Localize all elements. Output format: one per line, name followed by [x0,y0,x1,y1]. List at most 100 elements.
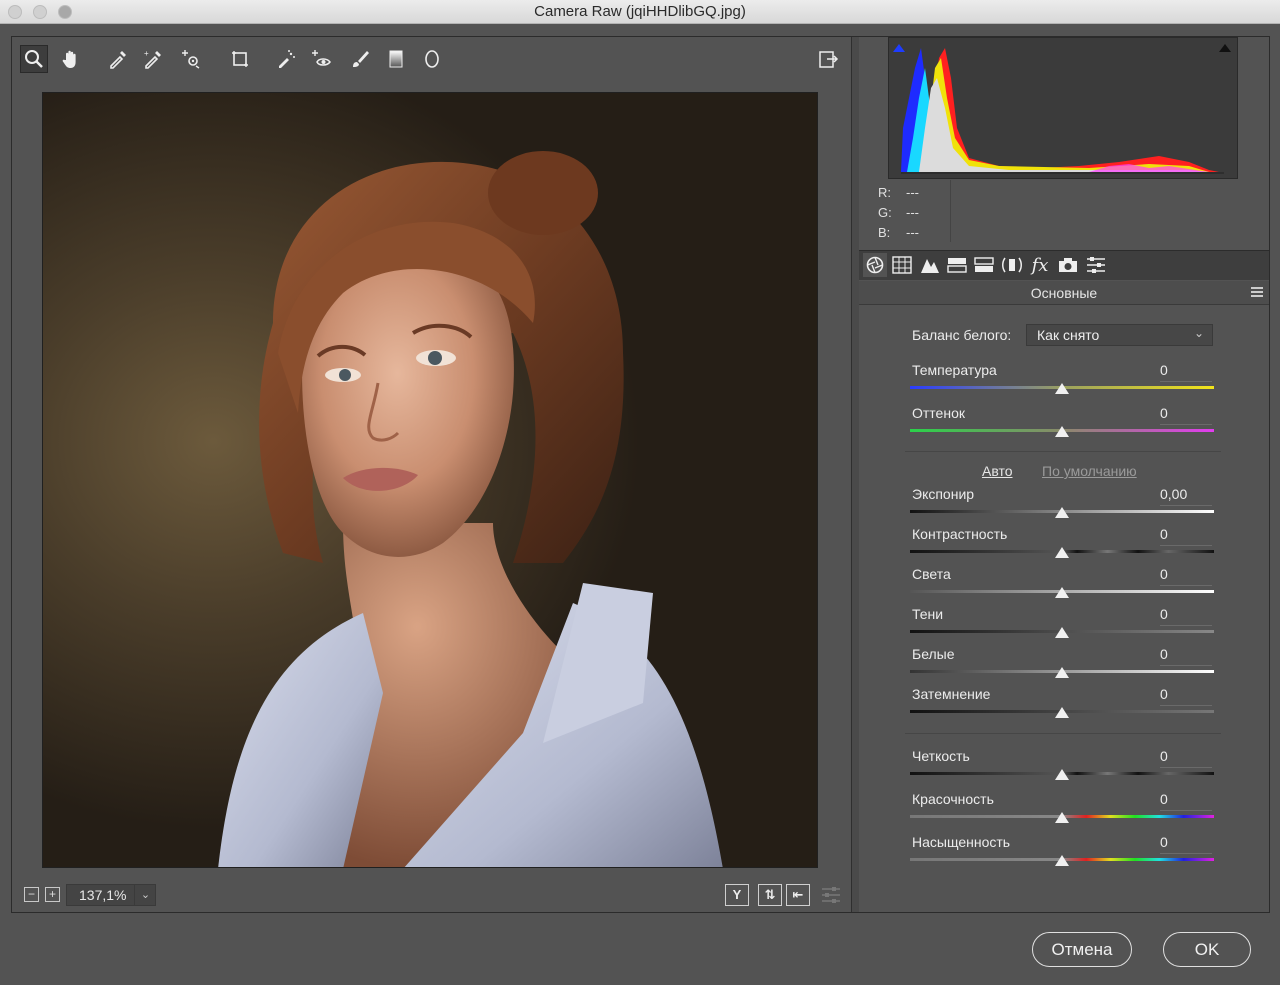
grid-curve-icon [892,256,912,274]
clarity-value[interactable]: 0 [1160,748,1212,764]
adjustment-brush-icon [353,51,369,67]
hand-icon [62,50,76,68]
shadows-value[interactable]: 0 [1160,606,1212,622]
adjustment-brush-tool[interactable] [346,45,374,73]
vibrance-label: Красочность [912,791,994,807]
toggle-settings-icon[interactable] [820,884,842,906]
zoom-icon [25,50,43,68]
lens-icon [1002,257,1022,273]
blacks-value[interactable]: 0 [1160,686,1212,702]
blacks-label: Затемнение [912,686,991,702]
blacks-value-underline [1160,705,1212,706]
red-eye-tool[interactable] [307,45,335,73]
separator-1 [905,451,1221,452]
split-toning-icon [974,257,994,272]
vibrance-value[interactable]: 0 [1160,791,1212,807]
highlights-slider-thumb[interactable] [1055,587,1069,598]
highlights-value-underline [1160,585,1212,586]
exposure-value[interactable]: 0,00 [1160,486,1212,502]
tab-tone-curve[interactable] [890,253,914,277]
targeted-adjustment-icon [182,50,200,69]
tint-value[interactable]: 0 [1160,405,1212,421]
tab-hsl[interactable] [945,253,969,277]
saturation-value[interactable]: 0 [1160,834,1212,850]
contrast-label: Контрастность [912,526,1008,542]
hsl-icon [947,258,967,273]
window-title: Camera Raw (jqiHHDlibGQ.jpg) [534,3,746,20]
cancel-button[interactable]: Отмена [1032,932,1132,967]
red-eye-icon [312,50,331,66]
temperature-slider-thumb[interactable] [1055,383,1069,394]
auto-link[interactable]: Авто [982,463,1013,479]
hand-tool[interactable] [57,45,85,73]
targeted-adjustment-tool[interactable] [177,45,205,73]
tab-split-toning[interactable] [972,253,996,277]
separator-2 [905,733,1221,734]
color-sampler-tool[interactable]: + [139,45,167,73]
whites-value-underline [1160,665,1212,666]
blacks-slider-thumb[interactable] [1055,707,1069,718]
zoom-in-button[interactable]: + [45,887,60,902]
whites-value[interactable]: 0 [1160,646,1212,662]
defaults-link[interactable]: По умолчанию [1042,463,1137,479]
portrait-image [218,151,723,867]
g-label: G: [878,205,892,220]
highlights-label: Света [912,566,951,582]
tab-detail[interactable] [918,253,942,277]
view-mode-button[interactable]: Y [725,884,749,906]
exposure-value-underline [1160,505,1212,506]
white-balance-select[interactable]: Как снято ⌄ [1026,324,1213,346]
panel-menu-icon[interactable] [1251,287,1263,297]
photo-preview[interactable] [42,92,818,868]
radial-filter-tool[interactable] [418,45,446,73]
clarity-slider-thumb[interactable] [1055,769,1069,780]
white-balance-tool[interactable] [104,45,132,73]
highlights-value[interactable]: 0 [1160,566,1212,582]
shadow-clipping-icon [893,44,905,52]
tint-value-underline [1160,424,1212,425]
transform-tool[interactable] [226,45,254,73]
b-label: B: [878,225,891,240]
histogram [888,37,1238,179]
zoom-out-button[interactable]: − [24,887,39,902]
zoom-dropdown-chevron-icon[interactable]: ⌄ [134,884,156,906]
contrast-slider-thumb[interactable] [1055,547,1069,558]
r-value: --- [906,185,919,200]
vibrance-slider-thumb[interactable] [1055,812,1069,823]
temperature-value-underline [1160,381,1212,382]
tab-basic[interactable] [863,253,887,277]
camera-icon [1059,258,1077,272]
tab-lens-corrections[interactable] [1000,253,1024,277]
shadows-slider-thumb[interactable] [1055,627,1069,638]
saturation-value-underline [1160,853,1212,854]
contrast-value-underline [1160,545,1212,546]
tint-slider-thumb[interactable] [1055,426,1069,437]
rgb-separator [950,180,951,242]
ok-button[interactable]: OK [1163,932,1251,967]
whites-slider-thumb[interactable] [1055,667,1069,678]
sliders-icon [1087,257,1105,273]
aperture-icon [866,256,884,274]
panel-divider [851,37,859,912]
copy-settings-button[interactable]: ⇤ [786,884,810,906]
contrast-value[interactable]: 0 [1160,526,1212,542]
svg-text:+: + [144,49,149,58]
exposure-slider-thumb[interactable] [1055,507,1069,518]
swap-before-after-button[interactable]: ⇅ [758,884,782,906]
zoom-tool[interactable] [20,45,48,73]
spot-removal-tool[interactable] [272,45,300,73]
tab-camera-calibration[interactable] [1056,253,1080,277]
tab-presets[interactable] [1084,253,1108,277]
saturation-slider-thumb[interactable] [1055,855,1069,866]
graduated-filter-icon [389,50,403,68]
color-sampler-icon: + [144,49,161,69]
histogram-graph [893,44,1231,174]
panel-header: Основные [859,281,1269,305]
temperature-label: Температура [912,362,997,378]
open-image-button[interactable] [814,45,842,73]
spot-removal-icon [279,50,295,68]
temperature-value[interactable]: 0 [1160,362,1212,378]
mountains-icon [921,259,939,273]
graduated-filter-tool[interactable] [382,45,410,73]
tab-effects[interactable]: fx [1028,253,1052,277]
